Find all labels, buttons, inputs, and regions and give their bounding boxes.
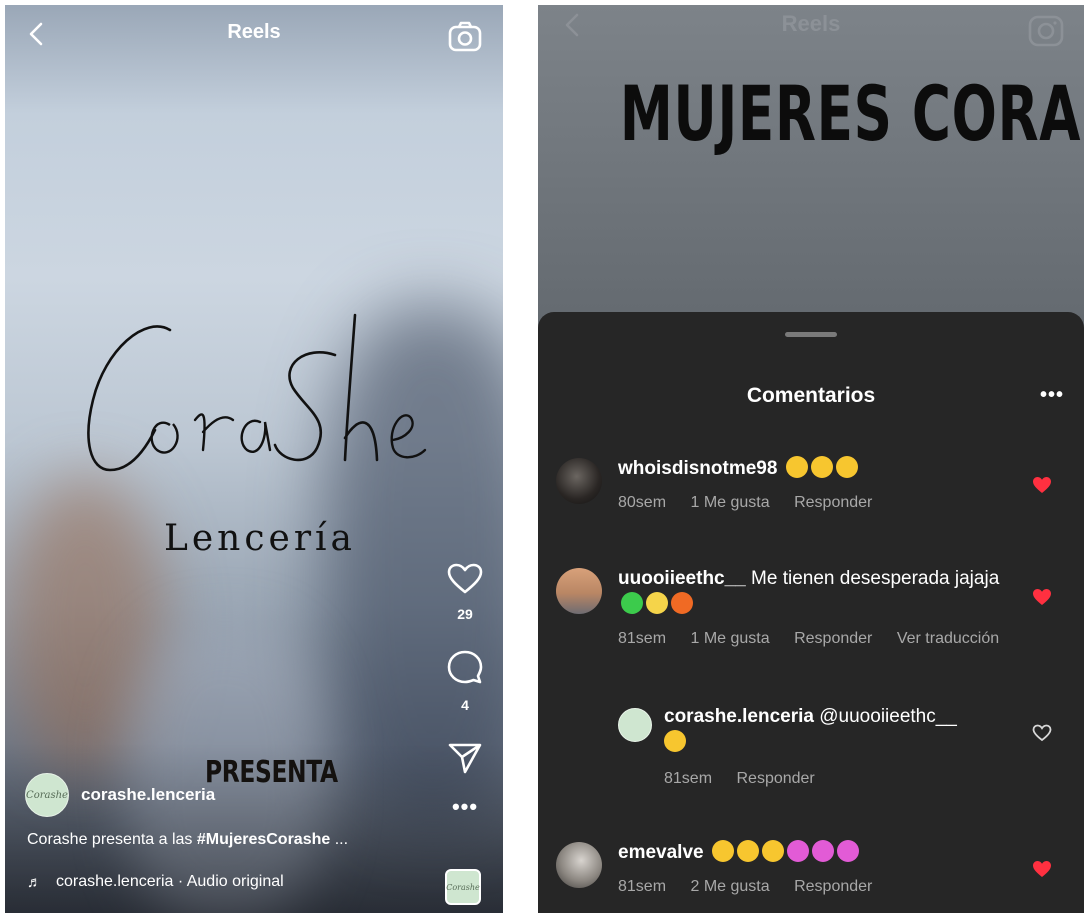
- reply-button[interactable]: Responder: [794, 878, 872, 895]
- comment-meta: 81sem Responder: [664, 770, 835, 788]
- comment-body: Me tienen desesperada jajaja: [751, 568, 1000, 589]
- avatar[interactable]: [556, 458, 602, 504]
- revolving-hearts-icon: [836, 840, 859, 862]
- camera-icon[interactable]: [447, 20, 483, 59]
- heart-eyes-emoji-icon: [810, 456, 833, 478]
- comment-count: 4: [461, 697, 469, 713]
- comments-view-panel: Reels MUJERES CORASHE Comentarios ••• wh…: [538, 5, 1084, 913]
- heart-eyes-emoji-icon: [835, 456, 858, 478]
- green-heart-icon: [621, 592, 643, 614]
- caption-ellipsis: ...: [330, 831, 349, 848]
- comment-username[interactable]: uuooiieethc__: [618, 568, 746, 589]
- audio-label[interactable]: corashe.lenceria · Audio original: [56, 873, 284, 891]
- avatar[interactable]: [618, 708, 652, 742]
- caption-text: Corashe presenta a las: [27, 831, 197, 848]
- avatar[interactable]: Corashe: [25, 773, 69, 817]
- comment-icon[interactable]: [445, 650, 485, 691]
- page-title: Reels: [227, 21, 281, 43]
- post-author[interactable]: Corashe corashe.lenceria: [25, 773, 215, 817]
- comment-meta: 80sem 1 Me gusta Responder: [618, 494, 892, 512]
- comment-likes[interactable]: 1 Me gusta: [690, 494, 769, 511]
- reel-actions: 29 4 •••: [445, 563, 485, 820]
- sheet-grabber[interactable]: [785, 332, 837, 337]
- comment-age: 81sem: [664, 770, 713, 787]
- star-struck-emoji-icon: [736, 840, 759, 862]
- like-count: 29: [457, 606, 473, 622]
- comment-text: whoisdisnotme98: [618, 456, 1016, 482]
- avatar[interactable]: [556, 842, 602, 888]
- hashtag-link[interactable]: #MujeresCorashe: [197, 831, 330, 848]
- smiling-face-with-hearts-icon: [664, 730, 686, 752]
- revolving-hearts-icon: [786, 840, 809, 862]
- reel-video-panel[interactable]: Reels Lencería PRESENTA 29 4 ••• Corashe…: [5, 5, 503, 913]
- comment-text: corashe.lenceria @uuooiieethc__: [664, 704, 1016, 756]
- logo-subtitle: Lencería: [164, 518, 356, 559]
- post-caption[interactable]: Corashe presenta a las #MujeresCorashe .…: [27, 831, 348, 849]
- comment-age: 80sem: [618, 494, 667, 511]
- reply-button[interactable]: Responder: [794, 494, 872, 511]
- revolving-hearts-icon: [811, 840, 834, 862]
- reply-button[interactable]: Responder: [794, 630, 872, 647]
- more-options-icon[interactable]: •••: [1040, 384, 1064, 407]
- comment-username[interactable]: corashe.lenceria: [664, 706, 814, 727]
- comment-meta: 81sem 1 Me gusta Responder Ver traducció…: [618, 630, 1019, 648]
- music-note-icon: ♬: [27, 873, 42, 891]
- comment-likes[interactable]: 2 Me gusta: [690, 878, 769, 895]
- comment-text: uuooiieethc__ Me tienen desesperada jaja…: [618, 566, 1016, 618]
- heart-icon[interactable]: [445, 563, 485, 600]
- corashe-logo: Lencería: [87, 313, 427, 559]
- audio-thumbnail[interactable]: Corashe: [445, 869, 481, 905]
- mention-link[interactable]: @uuooiieethc__: [819, 706, 957, 727]
- fire-icon: [671, 592, 693, 614]
- comment-likes[interactable]: 1 Me gusta: [690, 630, 769, 647]
- heart-filled-icon[interactable]: [1032, 476, 1052, 499]
- author-username[interactable]: corashe.lenceria: [81, 785, 215, 805]
- translate-button[interactable]: Ver traducción: [897, 630, 999, 647]
- audio-info[interactable]: ♬ corashe.lenceria · Audio original: [27, 873, 284, 891]
- heart-outline-icon[interactable]: [1032, 724, 1052, 747]
- reply-button[interactable]: Responder: [736, 770, 814, 787]
- comment-username[interactable]: emevalve: [618, 842, 704, 863]
- comment-age: 81sem: [618, 630, 667, 647]
- comment-meta: 81sem 2 Me gusta Responder: [618, 878, 892, 896]
- star-struck-emoji-icon: [761, 840, 784, 862]
- avatar[interactable]: [556, 568, 602, 614]
- heart-eyes-emoji-icon: [785, 456, 808, 478]
- comment-age: 81sem: [618, 878, 667, 895]
- send-icon[interactable]: [445, 741, 485, 780]
- page-title: Reels: [781, 11, 841, 36]
- comment-text: emevalve: [618, 840, 1016, 866]
- video-headline: MUJERES CORASHE: [619, 69, 1084, 158]
- sheet-title: Comentarios: [746, 384, 876, 407]
- star-struck-emoji-icon: [711, 840, 734, 862]
- camera-icon[interactable]: [1028, 11, 1064, 52]
- comments-sheet: Comentarios ••• whoisdisnotme98 80sem 1 …: [538, 312, 1084, 913]
- heart-filled-icon[interactable]: [1032, 588, 1052, 611]
- more-options-icon[interactable]: •••: [445, 794, 485, 820]
- sparkles-icon: [646, 592, 668, 614]
- comment-username[interactable]: whoisdisnotme98: [618, 458, 777, 479]
- heart-filled-icon[interactable]: [1032, 860, 1052, 883]
- overlay-text: PRESENTA: [205, 755, 338, 790]
